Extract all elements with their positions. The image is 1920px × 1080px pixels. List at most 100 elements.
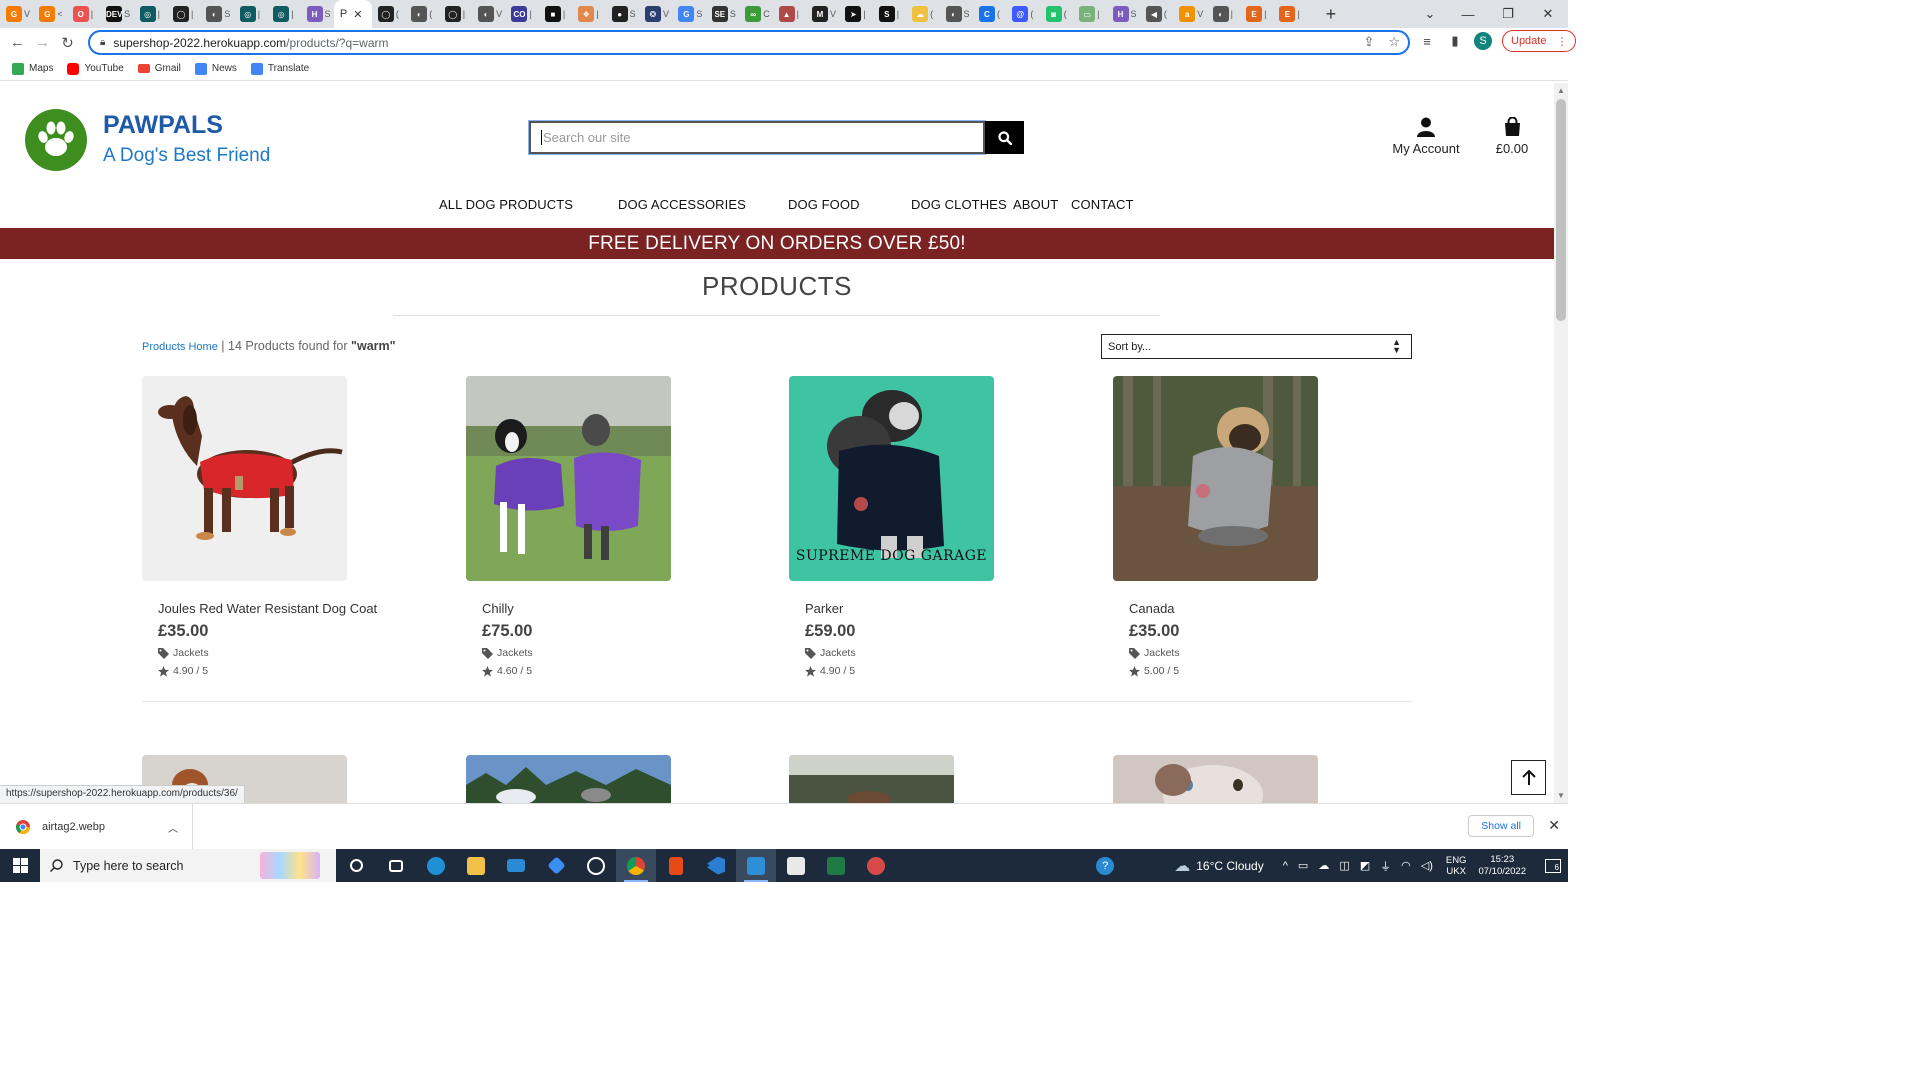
- browser-tab[interactable]: E |: [1240, 0, 1273, 28]
- page-scrollbar[interactable]: ▲ ▼: [1554, 83, 1568, 803]
- browser-tab[interactable]: S |: [873, 0, 906, 28]
- product-image[interactable]: [142, 376, 347, 581]
- browser-tab[interactable]: ∞ C: [739, 0, 772, 28]
- update-button[interactable]: Update ⋮: [1502, 30, 1577, 52]
- language-indicator[interactable]: ENG UKX: [1446, 855, 1467, 877]
- browser-tab[interactable]: ■ |: [539, 0, 572, 28]
- restore-button[interactable]: ❐: [1488, 0, 1528, 28]
- dropbox-icon[interactable]: [536, 849, 576, 882]
- show-all-button[interactable]: Show all: [1468, 815, 1534, 837]
- browser-tab[interactable]: ◐ S: [940, 0, 973, 28]
- bookmark-gmail[interactable]: Gmail: [137, 63, 181, 74]
- browser-tab[interactable]: ◎ |: [234, 0, 267, 28]
- vscode-icon[interactable]: [696, 849, 736, 882]
- bookmark-youtube[interactable]: YouTube: [67, 62, 124, 75]
- battery-icon[interactable]: ▭: [1298, 859, 1308, 872]
- back-to-top-button[interactable]: [1511, 760, 1546, 795]
- brand-name[interactable]: PAWPALS: [103, 111, 223, 140]
- app-icon[interactable]: [576, 849, 616, 882]
- nav-dog-food[interactable]: DOG FOOD: [788, 197, 860, 212]
- browser-tab[interactable]: ❖ |: [572, 0, 605, 28]
- products-home-link[interactable]: Products Home: [142, 341, 218, 353]
- minimize-button[interactable]: —: [1448, 0, 1488, 28]
- edge-icon[interactable]: [416, 849, 456, 882]
- browser-tab[interactable]: ● S: [606, 0, 639, 28]
- browser-tab[interactable]: @(: [1006, 0, 1039, 28]
- browser-tab[interactable]: ◯ |: [439, 0, 472, 28]
- reading-list-icon[interactable]: ≡: [1418, 34, 1436, 49]
- browser-tab[interactable]: ☁(: [906, 0, 939, 28]
- close-downloads-icon[interactable]: ✕: [1548, 817, 1560, 834]
- search-button[interactable]: [985, 121, 1024, 154]
- bookmark-news[interactable]: News: [194, 62, 237, 75]
- address-bar[interactable]: 🔒︎ supershop-2022.herokuapp.com/products…: [88, 30, 1410, 55]
- browser-tab[interactable]: CO |: [505, 0, 538, 28]
- product-image[interactable]: [466, 376, 671, 581]
- onedrive-icon[interactable]: ☁: [1318, 859, 1329, 872]
- excel-icon[interactable]: [816, 849, 856, 882]
- bookmark-translate[interactable]: Translate: [250, 62, 309, 75]
- network-icon[interactable]: ◫: [1339, 859, 1349, 872]
- product-image[interactable]: [1113, 376, 1318, 581]
- chevron-up-icon[interactable]: ^: [1283, 860, 1288, 872]
- product-image[interactable]: [466, 755, 671, 803]
- browser-tab[interactable]: SE S: [706, 0, 739, 28]
- volume-icon[interactable]: ◁): [1421, 859, 1433, 872]
- task-view-icon[interactable]: [376, 849, 416, 882]
- forward-icon[interactable]: →: [30, 30, 55, 55]
- download-item[interactable]: airtag2.webp ︿: [0, 804, 193, 850]
- browser-tab[interactable]: HS: [1107, 0, 1140, 28]
- notifications-button[interactable]: 6: [1538, 849, 1568, 882]
- calendar-icon[interactable]: [776, 849, 816, 882]
- product-name[interactable]: Canada: [1129, 601, 1318, 616]
- reload-icon[interactable]: ↻: [55, 30, 80, 55]
- bookmark-maps[interactable]: Maps: [12, 62, 53, 75]
- product-category[interactable]: Jackets: [1129, 647, 1318, 659]
- help-icon[interactable]: ?: [1096, 856, 1115, 875]
- office-icon[interactable]: [656, 849, 696, 882]
- browser-tab[interactable]: ◐(: [405, 0, 438, 28]
- browser-tab[interactable]: ❂ V: [639, 0, 672, 28]
- new-tab-button[interactable]: +: [1317, 0, 1345, 28]
- tab-search-icon[interactable]: ⌄: [1412, 0, 1448, 28]
- usb-icon[interactable]: ⏚: [1380, 858, 1391, 874]
- browser-tab[interactable]: ◎ |: [134, 0, 167, 28]
- browser-tab[interactable]: ◐ |: [1207, 0, 1240, 28]
- tab-active[interactable]: P ✕: [333, 0, 372, 28]
- browser-tab[interactable]: ▭ |: [1073, 0, 1106, 28]
- clock[interactable]: 15:23 07/10/2022: [1478, 854, 1526, 878]
- browser-tab[interactable]: O |: [67, 0, 100, 28]
- browser-tab[interactable]: C(: [973, 0, 1006, 28]
- product-name[interactable]: Chilly: [482, 601, 671, 616]
- browser-tab[interactable]: GS: [672, 0, 705, 28]
- product-category[interactable]: Jackets: [158, 647, 347, 659]
- close-window-button[interactable]: ✕: [1528, 0, 1568, 28]
- product-image[interactable]: [1113, 755, 1318, 803]
- search-input[interactable]: Search our site: [529, 121, 985, 154]
- chrome-taskbar-icon[interactable]: [616, 849, 656, 882]
- mail-icon[interactable]: [496, 849, 536, 882]
- browser-tab[interactable]: DEV S: [100, 0, 133, 28]
- scrollbar-thumb[interactable]: [1556, 99, 1566, 321]
- nav-all-dog-products[interactable]: ALL DOG PRODUCTS: [439, 197, 573, 212]
- nav-dog-clothes[interactable]: DOG CLOTHES: [911, 197, 1007, 212]
- snipping-icon[interactable]: [856, 849, 896, 882]
- browser-tab[interactable]: ◎ |: [267, 0, 300, 28]
- browser-tab[interactable]: ◀(: [1140, 0, 1173, 28]
- browser-tab[interactable]: GV: [0, 0, 33, 28]
- shopping-bag-link[interactable]: £0.00: [1490, 117, 1534, 156]
- product-name[interactable]: Joules Red Water Resistant Dog Coat: [158, 601, 377, 616]
- bookmark-star-icon[interactable]: ☆: [1388, 34, 1400, 50]
- side-panel-icon[interactable]: ▮: [1446, 33, 1464, 49]
- product-image[interactable]: SUPREME DOG GARAGE: [789, 376, 994, 581]
- share-icon[interactable]: ⇪: [1363, 34, 1374, 50]
- product-name[interactable]: Parker: [805, 601, 994, 616]
- browser-tab[interactable]: ▲ |: [773, 0, 806, 28]
- nav-dog-accessories[interactable]: DOG ACCESSORIES: [618, 197, 746, 212]
- cortana-icon[interactable]: [336, 849, 376, 882]
- wifi-icon[interactable]: ◠: [1401, 859, 1411, 872]
- photos-icon[interactable]: [736, 849, 776, 882]
- file-explorer-icon[interactable]: [456, 849, 496, 882]
- sort-select[interactable]: Sort by... ▲ ▼: [1101, 334, 1412, 359]
- browser-tab[interactable]: aV: [1173, 0, 1206, 28]
